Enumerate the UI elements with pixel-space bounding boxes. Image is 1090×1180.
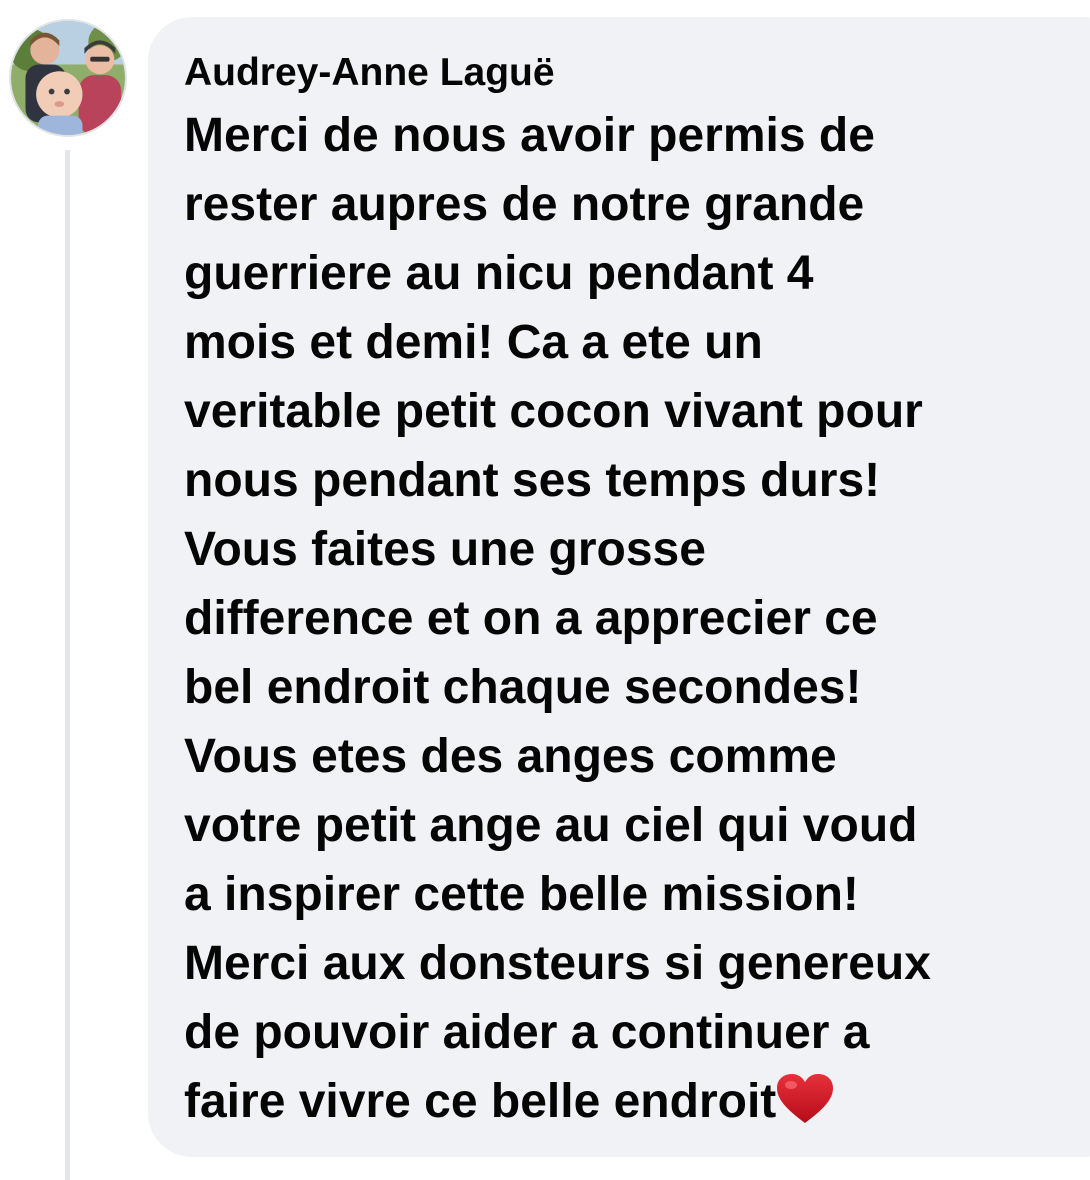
comment-text-line: Vous faites une grosse xyxy=(184,523,706,576)
comment-text-line: mois et demi! Ca a ete un xyxy=(184,316,763,369)
comment-text-line: Merci aux donsteurs si genereux xyxy=(184,937,931,990)
comment-text-line: veritable petit cocon vivant pour xyxy=(184,385,923,438)
comment-text-line: a inspirer cette belle mission! xyxy=(184,868,859,921)
comment-text-line: guerriere au nicu pendant 4 xyxy=(184,247,814,300)
comment-text-line-final-text: faire vivre ce belle endroit xyxy=(184,1075,777,1128)
profile-photo-icon xyxy=(11,21,125,135)
author-avatar[interactable] xyxy=(9,19,127,137)
comment-text-line-last: faire vivre ce belle endroit xyxy=(184,1067,1064,1136)
comment-text-line: bel endroit chaque secondes! xyxy=(184,661,862,714)
reply-thread-line xyxy=(65,150,70,1180)
comment-text-line: Vous etes des anges comme xyxy=(184,730,837,783)
red-heart-icon xyxy=(776,1073,834,1125)
comment-author-name[interactable]: Audrey-Anne Laguë xyxy=(184,47,1090,99)
comment-text-line: de pouvoir aider a continuer a xyxy=(184,1006,870,1059)
comment-bubble: Audrey-Anne Laguë Merci de nous avoir pe… xyxy=(148,17,1090,1157)
comment-text-line: Merci de nous avoir permis de xyxy=(184,109,875,162)
comment-text-line: difference et on a apprecier ce xyxy=(184,592,878,645)
comment-text-line: nous pendant ses temps durs! xyxy=(184,454,881,507)
comment-text-line: rester aupres de notre grande xyxy=(184,178,865,231)
comment-text: Merci de nous avoir permis de rester aup… xyxy=(184,101,1064,1136)
comment-text-line: votre petit ange au ciel qui voud xyxy=(184,799,918,852)
